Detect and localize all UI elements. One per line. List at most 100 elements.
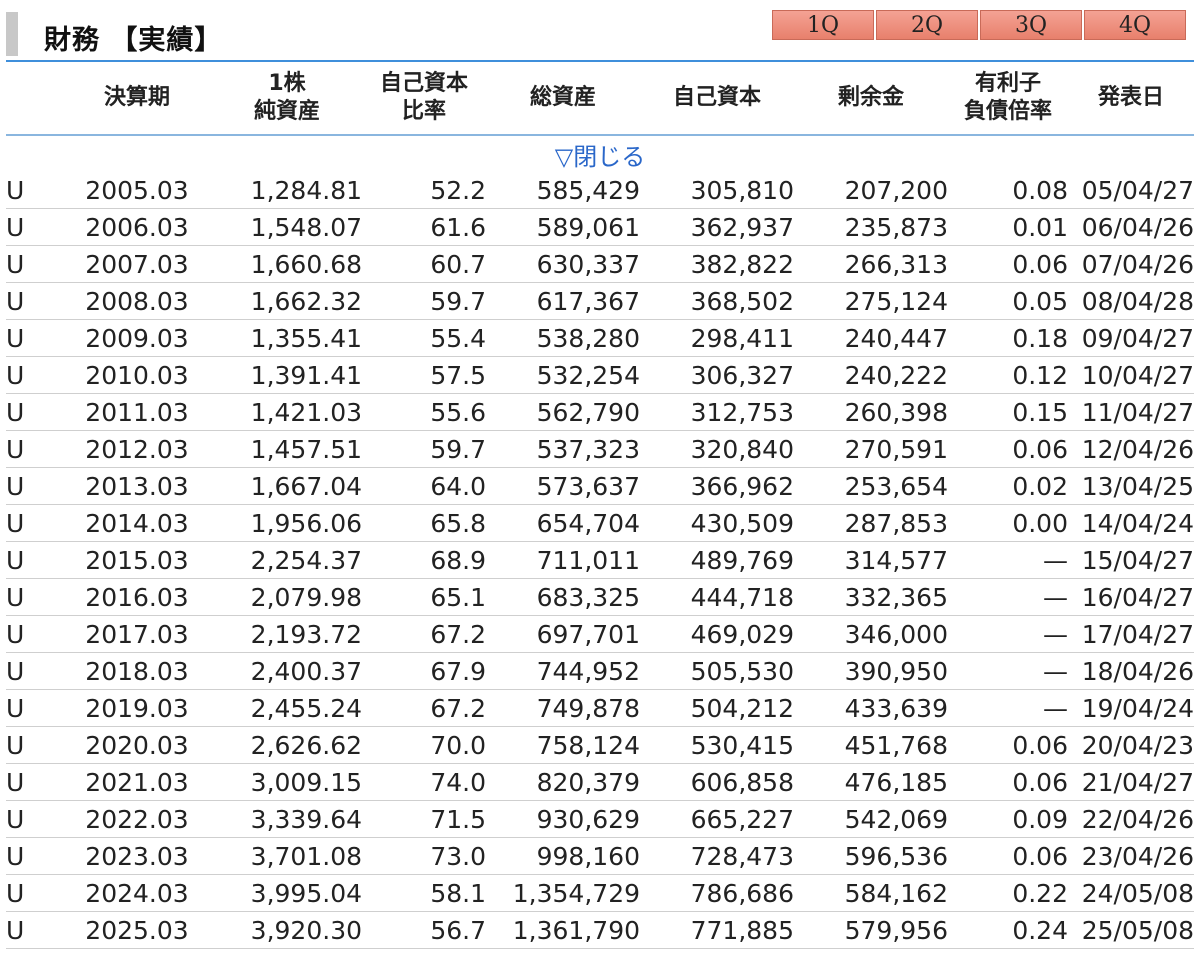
row-period: 2018.03 xyxy=(62,652,212,690)
row-debt-ratio: 0.06 xyxy=(948,430,1068,468)
row-period: 2021.03 xyxy=(62,763,212,801)
row-retained-earnings: 275,124 xyxy=(794,282,948,320)
row-debt-ratio: 0.06 xyxy=(948,726,1068,764)
row-retained-earnings: 207,200 xyxy=(794,172,948,209)
row-total-assets: 1,361,790 xyxy=(486,911,640,949)
row-period: 2014.03 xyxy=(62,504,212,542)
row-equity-ratio: 59.7 xyxy=(362,430,486,468)
row-equity-ratio: 71.5 xyxy=(362,800,486,838)
row-debt-ratio: 0.24 xyxy=(948,911,1068,949)
row-equity-ratio: 57.5 xyxy=(362,356,486,394)
row-equity: 298,411 xyxy=(640,319,794,357)
row-flag: U xyxy=(6,615,62,653)
row-equity-ratio: 73.0 xyxy=(362,837,486,875)
tab-1q[interactable]: 1Q xyxy=(772,10,874,40)
row-equity: 306,327 xyxy=(640,356,794,394)
tab-4q[interactable]: 4Q xyxy=(1084,10,1186,40)
row-retained-earnings: 596,536 xyxy=(794,837,948,875)
row-announce-date: 23/04/26 xyxy=(1068,837,1194,875)
row-retained-earnings: 476,185 xyxy=(794,763,948,801)
table-row: U 2019.03 2,455.24 67.2 749,878 504,212 433,63… xyxy=(6,689,1194,727)
row-total-assets: 749,878 xyxy=(486,689,640,727)
row-debt-ratio: 0.06 xyxy=(948,245,1068,283)
row-retained-earnings: 579,956 xyxy=(794,911,948,949)
row-bps: 1,667.04 xyxy=(212,467,362,505)
row-equity-ratio: 55.4 xyxy=(362,319,486,357)
row-bps: 2,254.37 xyxy=(212,541,362,579)
row-equity-ratio: 58.1 xyxy=(362,874,486,912)
table-row: U 2005.03 1,284.81 52.2 585,429 305,810 207,20… xyxy=(6,172,1194,209)
row-flag: U xyxy=(6,319,62,357)
row-announce-date: 17/04/27 xyxy=(1068,615,1194,653)
row-equity: 530,415 xyxy=(640,726,794,764)
row-period: 2008.03 xyxy=(62,282,212,320)
table-row: U 2006.03 1,548.07 61.6 589,061 362,937 235,87… xyxy=(6,208,1194,246)
row-equity-ratio: 64.0 xyxy=(362,467,486,505)
row-period: 2015.03 xyxy=(62,541,212,579)
row-period: 2013.03 xyxy=(62,467,212,505)
row-equity: 368,502 xyxy=(640,282,794,320)
column-header-announce-date: 発表日 xyxy=(1097,85,1164,110)
row-period: 2007.03 xyxy=(62,245,212,283)
row-bps: 1,421.03 xyxy=(212,393,362,431)
tab-2q[interactable]: 2Q xyxy=(876,10,978,40)
row-total-assets: 532,254 xyxy=(486,356,640,394)
column-header-period: 決算期 xyxy=(103,85,170,110)
row-total-assets: 930,629 xyxy=(486,800,640,838)
row-total-assets: 820,379 xyxy=(486,763,640,801)
row-equity-ratio: 74.0 xyxy=(362,763,486,801)
row-debt-ratio: — xyxy=(948,652,1068,690)
row-total-assets: 744,952 xyxy=(486,652,640,690)
row-total-assets: 654,704 xyxy=(486,504,640,542)
row-announce-date: 16/04/27 xyxy=(1068,578,1194,616)
row-equity-ratio: 67.2 xyxy=(362,615,486,653)
row-equity: 430,509 xyxy=(640,504,794,542)
row-debt-ratio: — xyxy=(948,689,1068,727)
row-announce-date: 22/04/26 xyxy=(1068,800,1194,838)
column-header-bps: 1株 純資産 xyxy=(212,62,362,135)
row-debt-ratio: 0.01 xyxy=(948,208,1068,246)
row-total-assets: 1,354,729 xyxy=(486,874,640,912)
row-announce-date: 06/04/26 xyxy=(1068,208,1194,246)
row-retained-earnings: 433,639 xyxy=(794,689,948,727)
row-period: 2024.03 xyxy=(62,874,212,912)
row-equity-ratio: 61.6 xyxy=(362,208,486,246)
table-row: U 2017.03 2,193.72 67.2 697,701 469,029 346,00… xyxy=(6,615,1194,653)
row-debt-ratio: 0.02 xyxy=(948,467,1068,505)
table-row: U 2018.03 2,400.37 67.9 744,952 505,530 390,95… xyxy=(6,652,1194,690)
row-bps: 1,660.68 xyxy=(212,245,362,283)
collapse-link[interactable]: ▽閉じる xyxy=(6,135,1194,172)
row-announce-date: 05/04/27 xyxy=(1068,172,1194,209)
row-retained-earnings: 451,768 xyxy=(794,726,948,764)
table-row: U 2024.03 3,995.04 58.1 1,354,729 786,686 584,… xyxy=(6,874,1194,912)
row-equity: 469,029 xyxy=(640,615,794,653)
tab-3q[interactable]: 3Q xyxy=(980,10,1082,40)
row-equity: 771,885 xyxy=(640,911,794,949)
row-flag: U xyxy=(6,504,62,542)
column-header-retained-earnings: 剰余金 xyxy=(837,85,904,110)
row-bps: 2,400.37 xyxy=(212,652,362,690)
row-bps: 1,956.06 xyxy=(212,504,362,542)
row-bps: 1,662.32 xyxy=(212,282,362,320)
table-row: U 2021.03 3,009.15 74.0 820,379 606,858 476,18… xyxy=(6,763,1194,801)
row-flag: U xyxy=(6,726,62,764)
table-row: U 2009.03 1,355.41 55.4 538,280 298,411 240,44… xyxy=(6,319,1194,357)
column-header-equity: 自己資本 xyxy=(672,85,761,110)
row-retained-earnings: 260,398 xyxy=(794,393,948,431)
row-bps: 3,009.15 xyxy=(212,763,362,801)
row-bps: 3,995.04 xyxy=(212,874,362,912)
row-debt-ratio: 0.05 xyxy=(948,282,1068,320)
row-bps: 3,339.64 xyxy=(212,800,362,838)
row-period: 2017.03 xyxy=(62,615,212,653)
row-total-assets: 711,011 xyxy=(486,541,640,579)
row-debt-ratio: 0.18 xyxy=(948,319,1068,357)
table-row: U 2010.03 1,391.41 57.5 532,254 306,327 240,22… xyxy=(6,356,1194,394)
title-accent-bar xyxy=(6,12,18,56)
row-announce-date: 13/04/25 xyxy=(1068,467,1194,505)
row-equity: 382,822 xyxy=(640,245,794,283)
flag-column-header xyxy=(6,62,62,135)
row-equity-ratio: 60.7 xyxy=(362,245,486,283)
row-debt-ratio: 0.08 xyxy=(948,172,1068,209)
row-flag: U xyxy=(6,208,62,246)
row-debt-ratio: — xyxy=(948,578,1068,616)
